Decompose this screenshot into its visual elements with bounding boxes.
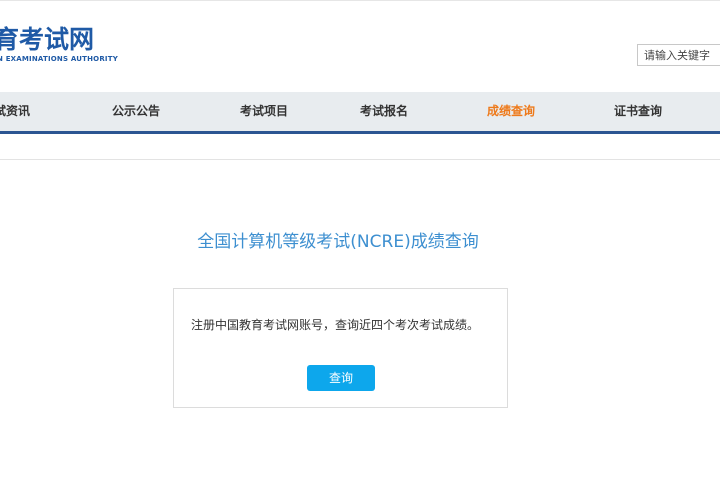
site-logo-text[interactable]: 育考试网 [0,26,94,54]
nav-item-exam-news[interactable]: 试资讯 [0,92,30,131]
nav-underline [0,131,720,134]
query-button[interactable]: 查询 [307,365,375,391]
content-divider [0,159,720,160]
main-nav: 试资讯 公示公告 考试项目 考试报名 成绩查询 证书查询 [0,92,720,131]
top-border [0,0,720,1]
nav-item-announcements[interactable]: 公示公告 [112,92,160,131]
query-notice: 注册中国教育考试网账号，查询近四个考次考试成绩。 [191,318,480,332]
nav-item-exam-projects[interactable]: 考试项目 [240,92,288,131]
nav-item-score-query[interactable]: 成绩查询 [487,92,535,131]
nav-item-exam-registration[interactable]: 考试报名 [360,92,408,131]
nav-item-certificate-query[interactable]: 证书查询 [614,92,662,131]
page-title: 全国计算机等级考试(NCRE)成绩查询 [197,232,479,252]
search-input[interactable] [637,44,720,66]
page: 育考试网 N EXAMINATIONS AUTHORITY 试资讯 公示公告 考… [0,0,720,480]
query-panel: 注册中国教育考试网账号，查询近四个考次考试成绩。 查询 [173,288,508,408]
site-logo-subtext: N EXAMINATIONS AUTHORITY [0,55,118,63]
